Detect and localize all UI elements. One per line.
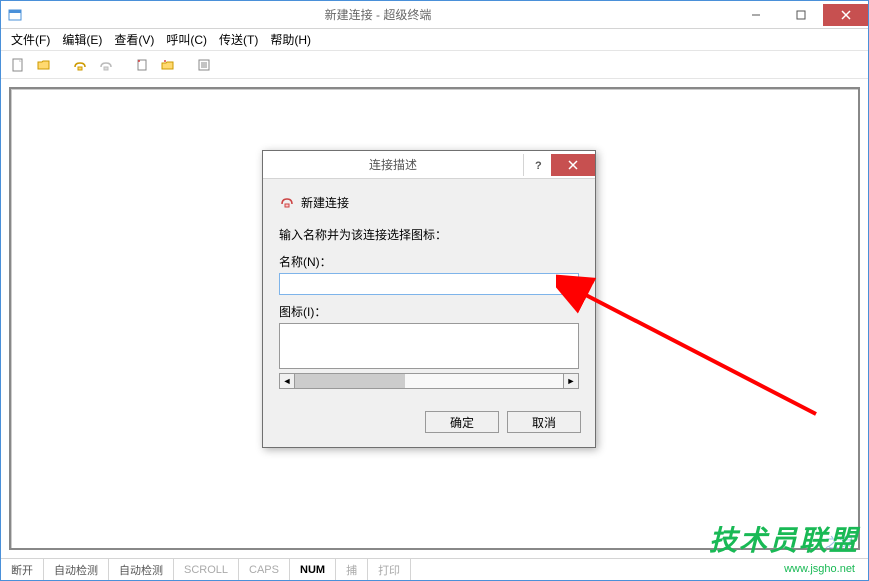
icon-listbox[interactable]	[279, 323, 579, 369]
scroll-thumb[interactable]	[295, 374, 405, 388]
icon-scrollbar: ◄ ►	[279, 373, 579, 389]
status-num: NUM	[290, 559, 336, 580]
receive-icon[interactable]	[157, 54, 179, 76]
dialog-titlebar: 连接描述 ?	[263, 151, 595, 179]
menu-view[interactable]: 查看(V)	[108, 29, 160, 50]
scroll-track[interactable]	[295, 373, 563, 389]
status-scroll: SCROLL	[174, 559, 239, 580]
menubar: 文件(F) 编辑(E) 查看(V) 呼叫(C) 传送(T) 帮助(H)	[1, 29, 868, 51]
dialog-subtitle: 新建连接	[301, 194, 349, 211]
watermark-main: 技术员联盟	[709, 519, 859, 559]
status-capture: 捕	[336, 559, 368, 580]
ok-button[interactable]: 确定	[425, 411, 499, 433]
window-controls	[733, 4, 868, 26]
toolbar	[1, 51, 868, 79]
menu-help[interactable]: 帮助(H)	[264, 29, 317, 50]
disconnect-icon[interactable]	[95, 54, 117, 76]
titlebar: 新建连接 - 超级终端	[1, 1, 868, 29]
menu-file[interactable]: 文件(F)	[5, 29, 56, 50]
send-icon[interactable]	[131, 54, 153, 76]
dialog-close-button[interactable]	[551, 154, 595, 176]
close-button[interactable]	[823, 4, 868, 26]
new-icon[interactable]	[7, 54, 29, 76]
maximize-button[interactable]	[778, 4, 823, 26]
properties-icon[interactable]	[193, 54, 215, 76]
dialog-title: 连接描述	[263, 156, 523, 173]
icon-label: 图标(I)：	[279, 303, 579, 320]
status-caps: CAPS	[239, 559, 290, 580]
name-input[interactable]	[279, 273, 579, 295]
dialog-buttons: 确定 取消	[263, 401, 595, 447]
menu-edit[interactable]: 编辑(E)	[56, 29, 108, 50]
scroll-left-button[interactable]: ◄	[279, 373, 295, 389]
status-connection: 断开	[1, 559, 44, 580]
menu-transfer[interactable]: 传送(T)	[213, 29, 264, 50]
minimize-button[interactable]	[733, 4, 778, 26]
status-autodetect2: 自动检测	[109, 559, 174, 580]
name-label: 名称(N)：	[279, 253, 579, 270]
app-icon	[7, 7, 23, 23]
status-print: 打印	[368, 559, 411, 580]
scroll-right-button[interactable]: ►	[563, 373, 579, 389]
open-icon[interactable]	[33, 54, 55, 76]
connection-dialog: 连接描述 ? 新建连接 输入名称并为该连接选择图标： 名称(N)： 图标(I)：…	[262, 150, 596, 448]
dialog-instruction: 输入名称并为该连接选择图标：	[279, 226, 579, 243]
connect-icon[interactable]	[69, 54, 91, 76]
svg-text:?: ?	[535, 160, 542, 171]
cancel-button[interactable]: 取消	[507, 411, 581, 433]
watermark-url: www.jsgho.net	[784, 563, 855, 575]
dialog-icon	[279, 193, 295, 212]
dialog-help-button[interactable]: ?	[523, 154, 551, 176]
status-autodetect1: 自动检测	[44, 559, 109, 580]
window-title: 新建连接 - 超级终端	[23, 6, 733, 23]
dialog-body: 新建连接 输入名称并为该连接选择图标： 名称(N)： 图标(I)： ◄ ►	[263, 179, 595, 401]
menu-call[interactable]: 呼叫(C)	[160, 29, 213, 50]
statusbar: 断开 自动检测 自动检测 SCROLL CAPS NUM 捕 打印	[1, 558, 868, 580]
